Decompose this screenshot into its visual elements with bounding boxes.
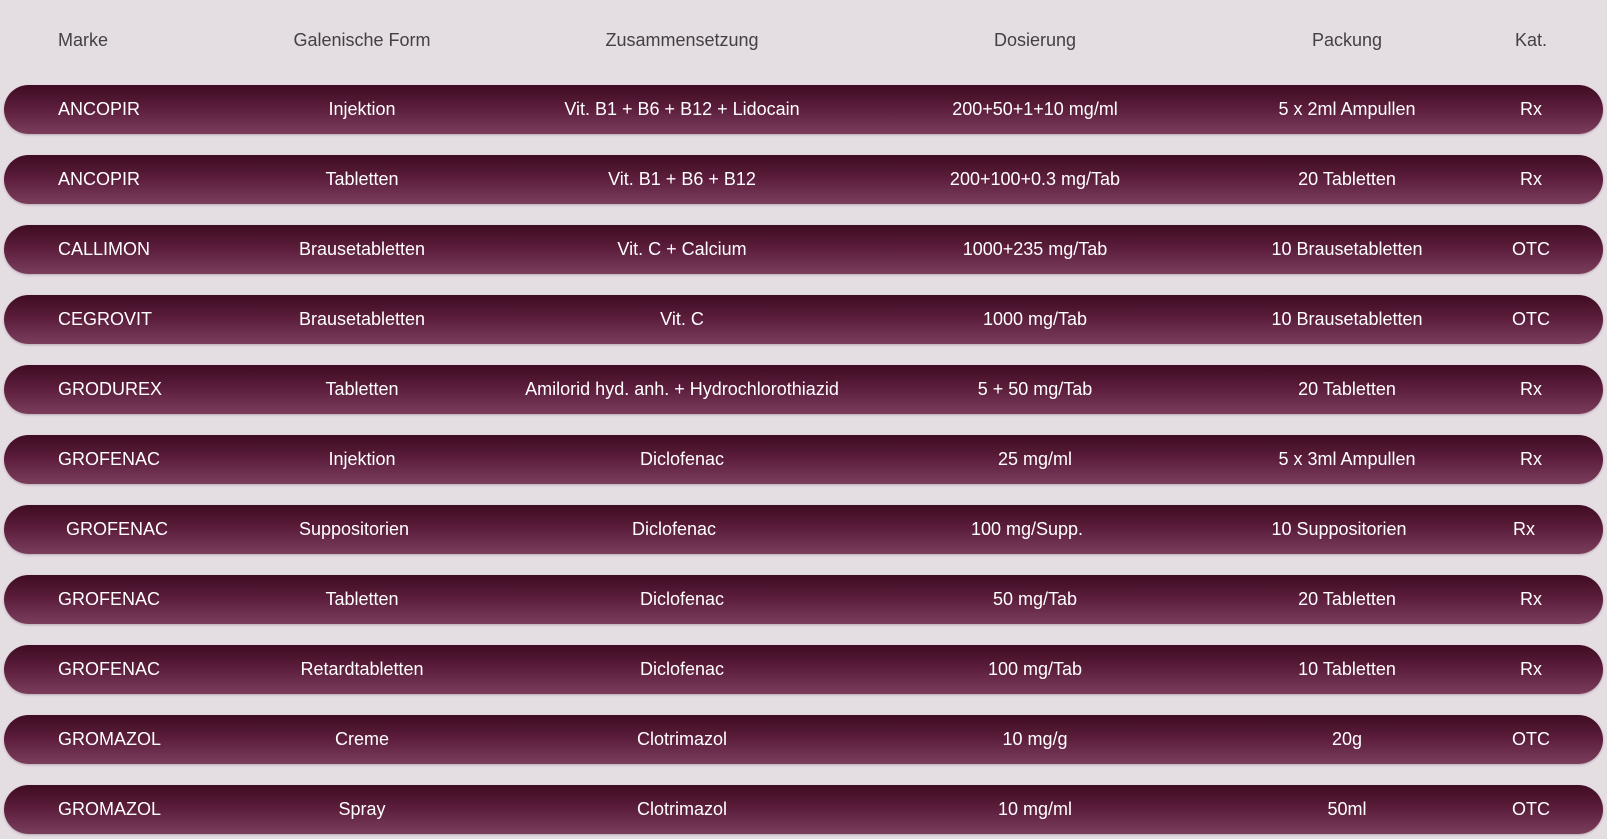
cell-zusammensetzung: Vit. B1 + B6 + B12 [608,169,756,189]
cell-dosierung: 25 mg/ml [997,449,1073,469]
header-dosierung: Dosierung [993,30,1077,50]
cell-marke: GROFENAC [66,519,169,539]
cell-kat: Rx [1520,99,1542,119]
cell-packung: 10 Suppositorien [1271,519,1407,539]
table-row: CEGROVIT Brausetabletten Vit. C 1000 mg/… [4,295,1603,344]
table-row: GROFENAC Retardtabletten Diclofenac 100 … [4,645,1603,694]
cell-kat: Rx [1513,519,1535,539]
cell-kat: OTC [1512,309,1550,329]
cell-zusammensetzung: Clotrimazol [636,799,728,819]
cell-dosierung: 1000 mg/Tab [982,309,1088,329]
cell-packung: 50ml [1327,799,1367,819]
cell-form: Injektion [328,449,396,469]
cell-marke: GRODUREX [58,379,163,399]
cell-form: Tabletten [325,379,399,399]
cell-dosierung: 10 mg/ml [997,799,1073,819]
cell-packung: 10 Tabletten [1298,659,1396,679]
cell-zusammensetzung: Diclofenac [639,589,725,609]
table-row: GROFENAC Suppositorien Diclofenac 100 mg… [4,505,1603,554]
cell-packung: 20g [1331,729,1363,749]
cell-marke: GROMAZOL [58,799,162,819]
cell-marke: ANCOPIR [58,99,141,119]
table-row: GROMAZOL Creme Clotrimazol 10 mg/g 20g O… [4,715,1603,764]
cell-marke: GROFENAC [58,449,161,469]
cell-packung: 20 Tabletten [1298,169,1396,189]
cell-marke: GROFENAC [58,659,161,679]
cell-kat: OTC [1512,799,1550,819]
table-row: ANCOPIR Tabletten Vit. B1 + B6 + B12 200… [4,155,1603,204]
cell-packung: 20 Tabletten [1298,589,1396,609]
cell-kat: OTC [1512,729,1550,749]
header-galenische-form: Galenische Form [293,30,431,50]
cell-marke: GROMAZOL [58,729,162,749]
cell-form: Retardtabletten [300,659,424,679]
table-row: GRODUREX Tabletten Amilorid hyd. anh. + … [4,365,1603,414]
cell-packung: 20 Tabletten [1298,379,1396,399]
cell-zusammensetzung: Diclofenac [631,519,717,539]
cell-dosierung: 10 mg/g [1002,729,1068,749]
cell-form: Spray [338,799,386,819]
cell-form: Suppositorien [298,519,410,539]
cell-zusammensetzung: Clotrimazol [636,729,728,749]
cell-marke: GROFENAC [58,589,161,609]
cell-dosierung: 200+100+0.3 mg/Tab [949,169,1121,189]
cell-packung: 10 Brausetabletten [1271,239,1423,259]
cell-dosierung: 200+50+1+10 mg/ml [952,99,1118,119]
header-marke: Marke [58,30,109,50]
cell-dosierung: 1000+235 mg/Tab [962,239,1108,259]
cell-kat: Rx [1520,659,1542,679]
cell-kat: Rx [1520,589,1542,609]
cell-zusammensetzung: Vit. C + Calcium [617,239,747,259]
cell-zusammensetzung: Vit. C [660,309,704,329]
table-row: GROMAZOL Spray Clotrimazol 10 mg/ml 50ml… [4,785,1603,834]
table-header: Marke Galenische Form Zusammensetzung Do… [4,0,1603,84]
cell-form: Injektion [328,99,396,119]
cell-packung: 10 Brausetabletten [1271,309,1423,329]
cell-marke: CALLIMON [58,239,151,259]
cell-dosierung: 100 mg/Tab [987,659,1083,679]
cell-form: Brausetabletten [298,239,426,259]
header-zusammensetzung: Zusammensetzung [605,30,759,50]
cell-form: Tabletten [325,589,399,609]
table-row: GROFENAC Injektion Diclofenac 25 mg/ml 5… [4,435,1603,484]
cell-form: Tabletten [325,169,399,189]
cell-zusammensetzung: Diclofenac [639,659,725,679]
cell-packung: 5 x 2ml Ampullen [1278,99,1416,119]
cell-dosierung: 5 + 50 mg/Tab [977,379,1093,399]
product-table: Marke Galenische Form Zusammensetzung Do… [0,0,1607,839]
cell-marke: CEGROVIT [58,309,153,329]
cell-kat: Rx [1520,169,1542,189]
cell-dosierung: 100 mg/Supp. [970,519,1084,539]
cell-kat: Rx [1520,449,1542,469]
cell-form: Creme [334,729,390,749]
cell-marke: ANCOPIR [58,169,141,189]
cell-packung: 5 x 3ml Ampullen [1278,449,1416,469]
cell-zusammensetzung: Vit. B1 + B6 + B12 + Lidocain [564,99,800,119]
table-row: ANCOPIR Injektion Vit. B1 + B6 + B12 + L… [4,85,1603,134]
header-packung: Packung [1311,30,1383,50]
cell-dosierung: 50 mg/Tab [992,589,1078,609]
cell-zusammensetzung: Amilorid hyd. anh. + Hydrochlorothiazid [525,379,839,399]
header-kat: Kat. [1514,30,1548,50]
cell-form: Brausetabletten [298,309,426,329]
cell-zusammensetzung: Diclofenac [639,449,725,469]
cell-kat: Rx [1520,379,1542,399]
table-row: CALLIMON Brausetabletten Vit. C + Calciu… [4,225,1603,274]
cell-kat: OTC [1512,239,1550,259]
table-row: GROFENAC Tabletten Diclofenac 50 mg/Tab … [4,575,1603,624]
